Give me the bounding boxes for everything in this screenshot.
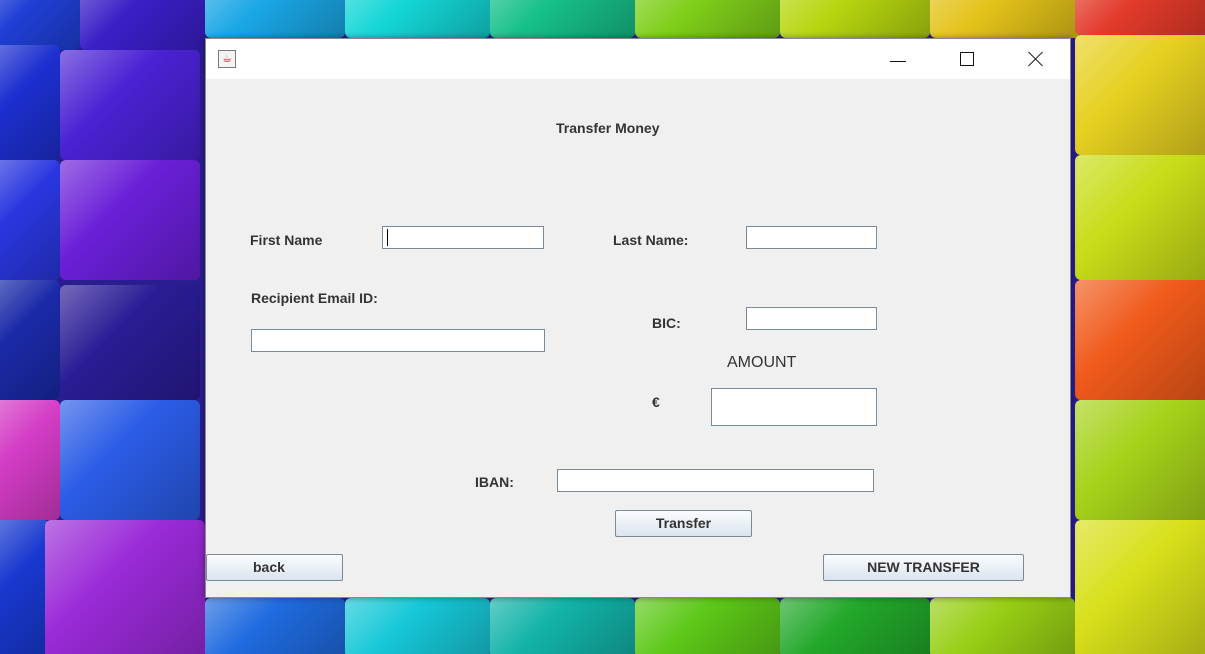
java-coffee-cup-icon: ☕ [218, 50, 236, 68]
new-transfer-button[interactable]: NEW TRANSFER [823, 554, 1024, 581]
title-bar[interactable]: ☕ [206, 39, 1070, 79]
first-name-label: First Name [250, 232, 323, 248]
page-title: Transfer Money [556, 120, 660, 136]
back-button[interactable]: back [206, 554, 343, 581]
maximize-button[interactable] [944, 39, 990, 79]
iban-label: IBAN: [475, 474, 514, 490]
last-name-label: Last Name: [613, 232, 689, 248]
minimize-button[interactable] [875, 39, 921, 79]
transfer-money-window: ☕ Transfer Money First Name Last Name: R… [205, 38, 1071, 598]
euro-currency-symbol: € [652, 394, 660, 410]
bic-field[interactable] [746, 307, 877, 330]
close-button[interactable] [1013, 39, 1059, 79]
amount-label: AMOUNT [727, 354, 797, 371]
recipient-email-field[interactable] [251, 329, 545, 352]
first-name-field[interactable] [382, 226, 544, 249]
minimize-icon [890, 60, 906, 62]
amount-field[interactable] [711, 388, 877, 426]
iban-field[interactable] [557, 469, 874, 492]
text-caret [387, 229, 388, 246]
last-name-field[interactable] [746, 226, 877, 249]
transfer-button[interactable]: Transfer [615, 510, 752, 537]
recipient-email-label: Recipient Email ID: [251, 290, 378, 306]
close-icon [1028, 51, 1044, 67]
maximize-icon [960, 52, 974, 66]
bic-label: BIC: [652, 315, 681, 331]
